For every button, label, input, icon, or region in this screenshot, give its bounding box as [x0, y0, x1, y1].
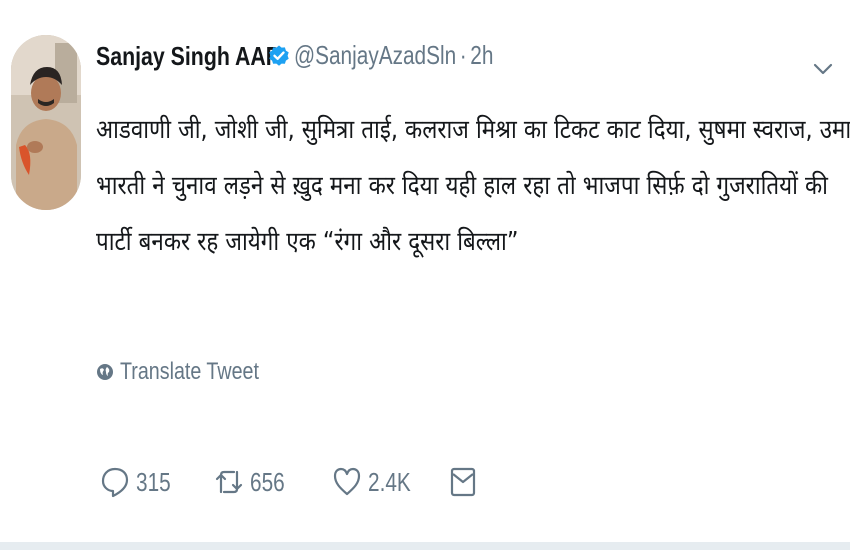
- avatar[interactable]: [11, 35, 81, 210]
- heart-icon: [333, 467, 361, 496]
- chevron-down-icon[interactable]: [812, 58, 834, 80]
- tweet-header: Sanjay Singh AAP @SanjayAzadSln · 2h: [96, 36, 493, 76]
- tweet-text: आडवाणी जी, जोशी जी, सुमित्रा ताई, कलराज …: [96, 102, 850, 270]
- translate-tweet-label[interactable]: Translate Tweet: [120, 358, 259, 386]
- tweet-actions: 315 656 2.4K: [100, 460, 520, 504]
- user-handle[interactable]: @SanjayAzadSln: [294, 40, 456, 71]
- tweet-text-line: आडवाणी जी, जोशी जी, सुमित्रा ताई, कलराज …: [96, 115, 850, 145]
- tweet-timestamp[interactable]: 2h: [470, 40, 493, 71]
- retweet-count: 656: [250, 466, 285, 497]
- separator-dot: ·: [459, 40, 467, 70]
- direct-message-icon: [450, 467, 476, 497]
- display-name[interactable]: Sanjay Singh AAP: [96, 41, 280, 72]
- tweet-text-line: पार्टी बनकर रह जायेगी एक “रंगा और दूसरा …: [96, 227, 519, 257]
- verified-badge-icon: [269, 45, 289, 66]
- divider: [0, 542, 850, 550]
- like-count: 2.4K: [368, 466, 411, 497]
- reply-count: 315: [136, 466, 171, 497]
- retweet-icon: [215, 470, 243, 494]
- retweet-button[interactable]: 656: [214, 460, 293, 504]
- tweet-card: Sanjay Singh AAP @SanjayAzadSln · 2h आडव…: [0, 0, 850, 550]
- reply-icon: [101, 467, 129, 498]
- reply-button[interactable]: 315: [100, 460, 179, 504]
- like-button[interactable]: 2.4K: [332, 460, 422, 504]
- translate-tweet-link[interactable]: Translate Tweet: [96, 358, 289, 386]
- globe-icon: [97, 364, 113, 380]
- tweet-text-line: भारती ने चुनाव लड़ने से ख़ुद मना कर दिया…: [96, 171, 828, 201]
- direct-message-button[interactable]: [448, 460, 478, 504]
